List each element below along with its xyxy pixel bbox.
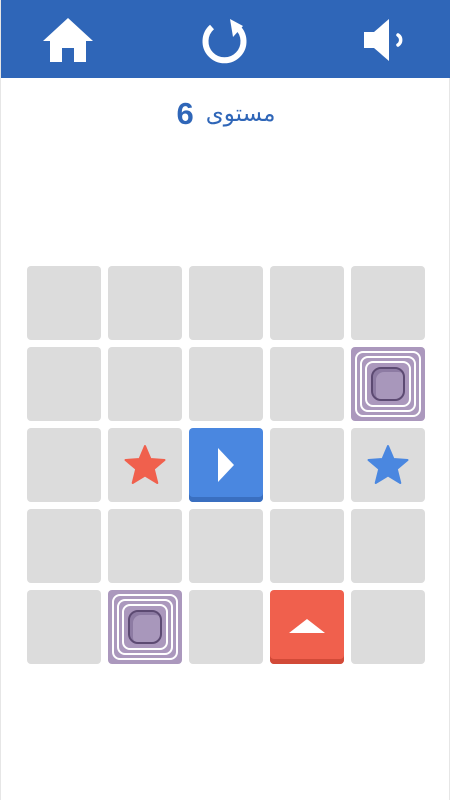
level-label: مستوى [205, 101, 276, 127]
board-cell [270, 428, 344, 502]
board-cell [108, 347, 182, 421]
home-icon [43, 18, 93, 62]
board-cell [351, 509, 425, 583]
restart-button[interactable] [194, 10, 254, 70]
home-button[interactable] [38, 10, 98, 70]
portal-ring [122, 604, 168, 650]
portal-ring [365, 361, 411, 407]
board-cell [27, 428, 101, 502]
top-bar [1, 0, 450, 78]
game-screen: 6 مستوى [0, 0, 450, 800]
board-cell [108, 266, 182, 340]
board-cell [27, 509, 101, 583]
portal-ring [355, 351, 421, 417]
portal-hole [108, 590, 182, 664]
blue-star-icon [351, 428, 425, 502]
arrow-up-icon [289, 619, 325, 633]
board-cell [27, 590, 101, 664]
red-arrow-block[interactable] [270, 590, 344, 664]
board-cell [351, 590, 425, 664]
board-cell [108, 509, 182, 583]
portal-ring [117, 599, 173, 655]
board-cell [351, 266, 425, 340]
restart-icon [202, 19, 247, 64]
portal-ring [112, 594, 178, 660]
portal-ring [360, 356, 416, 412]
board-cell [189, 347, 263, 421]
portal-core [371, 367, 405, 401]
level-title: 6 مستوى [1, 94, 450, 134]
sound-button[interactable] [356, 10, 416, 70]
board-cell [270, 509, 344, 583]
board-cell [27, 347, 101, 421]
game-board [27, 266, 425, 664]
arrow-right-icon [218, 448, 234, 482]
blue-arrow-block[interactable] [189, 428, 263, 502]
portal-core [128, 610, 162, 644]
board-cell [27, 266, 101, 340]
board-cell [270, 266, 344, 340]
portal-hole [351, 347, 425, 421]
sound-icon [364, 19, 403, 61]
board-cell [270, 347, 344, 421]
red-star-icon [108, 428, 182, 502]
level-number: 6 [176, 96, 194, 131]
board-cell [189, 266, 263, 340]
board-cell [189, 509, 263, 583]
board-cell [189, 590, 263, 664]
